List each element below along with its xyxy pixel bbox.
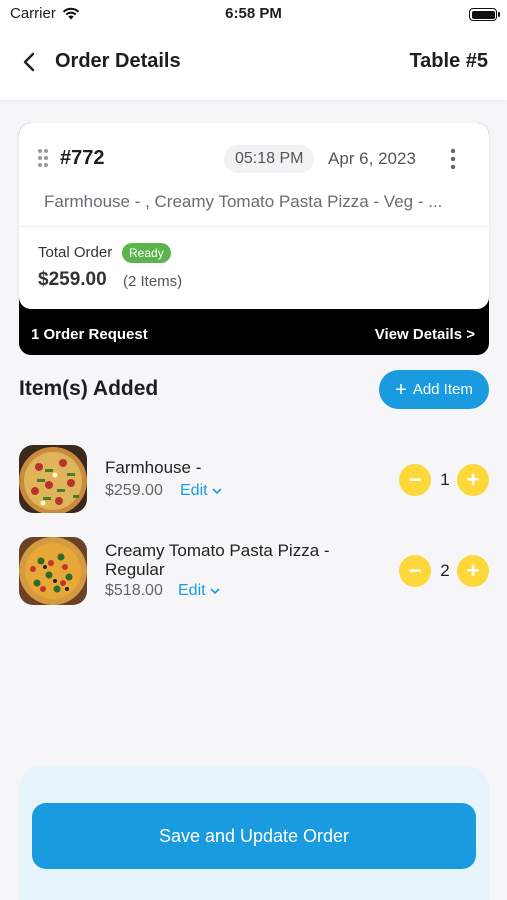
item-count: (2 Items) [123, 273, 183, 290]
item-price: $259.00 [105, 482, 163, 499]
quantity-stepper: − 1 + [399, 464, 489, 496]
view-details-link[interactable]: View Details > [375, 326, 475, 343]
plus-icon: + [395, 378, 407, 401]
item-name: Farmhouse - [105, 458, 202, 477]
chevron-down-icon [212, 488, 222, 495]
order-card: #772 05:18 PM Apr 6, 2023 Farmhouse - , … [19, 123, 489, 355]
list-item: Creamy Tomato Pasta Pizza - Regular $518… [19, 537, 489, 607]
edit-label: Edit [178, 582, 206, 599]
divider [19, 226, 489, 227]
status-time: 6:58 PM [225, 5, 282, 22]
footer-panel: Save and Update Order [19, 766, 489, 900]
items-section-title: Item(s) Added [19, 377, 159, 400]
chevron-down-icon [210, 588, 220, 595]
order-number: #772 [60, 147, 105, 169]
pizza-image [19, 537, 87, 605]
back-arrow-icon[interactable] [18, 50, 42, 74]
more-options-icon[interactable] [447, 148, 459, 170]
drag-handle-icon[interactable] [37, 148, 49, 168]
order-items-summary: Farmhouse - , Creamy Tomato Pasta Pizza … [44, 192, 443, 211]
item-price: $518.00 [105, 582, 163, 599]
save-update-order-button[interactable]: Save and Update Order [32, 803, 476, 869]
add-item-button[interactable]: + Add Item [379, 370, 489, 409]
total-order-label: Total Order [38, 244, 113, 261]
increase-qty-button[interactable]: + [457, 464, 489, 496]
page-title: Order Details [55, 50, 181, 72]
table-label: Table #5 [409, 50, 488, 72]
edit-item-button[interactable]: Edit [180, 482, 222, 500]
order-card-body: #772 05:18 PM Apr 6, 2023 Farmhouse - , … [19, 123, 489, 309]
order-date: Apr 6, 2023 [328, 149, 416, 168]
item-name: Creamy Tomato Pasta Pizza - Regular [105, 541, 330, 579]
status-badge: Ready [122, 243, 171, 263]
order-time: 05:18 PM [224, 145, 315, 173]
nav-header: Order Details Table #5 [0, 30, 507, 100]
edit-item-button[interactable]: Edit [178, 582, 220, 600]
decrease-qty-button[interactable]: − [399, 555, 431, 587]
quantity-stepper: − 2 + [399, 555, 489, 587]
decrease-qty-button[interactable]: − [399, 464, 431, 496]
item-quantity: 2 [440, 561, 450, 580]
edit-label: Edit [180, 482, 208, 499]
add-item-label: Add Item [412, 381, 473, 398]
increase-qty-button[interactable]: + [457, 555, 489, 587]
item-quantity: 1 [440, 470, 450, 489]
list-item: Farmhouse - $259.00 Edit − 1 + [19, 445, 489, 515]
order-request-label: 1 Order Request [31, 326, 148, 343]
total-amount: $259.00 [38, 269, 107, 290]
pizza-image [19, 445, 87, 513]
battery-icon [469, 8, 500, 21]
status-bar: Carrier 6:58 PM [0, 0, 507, 30]
